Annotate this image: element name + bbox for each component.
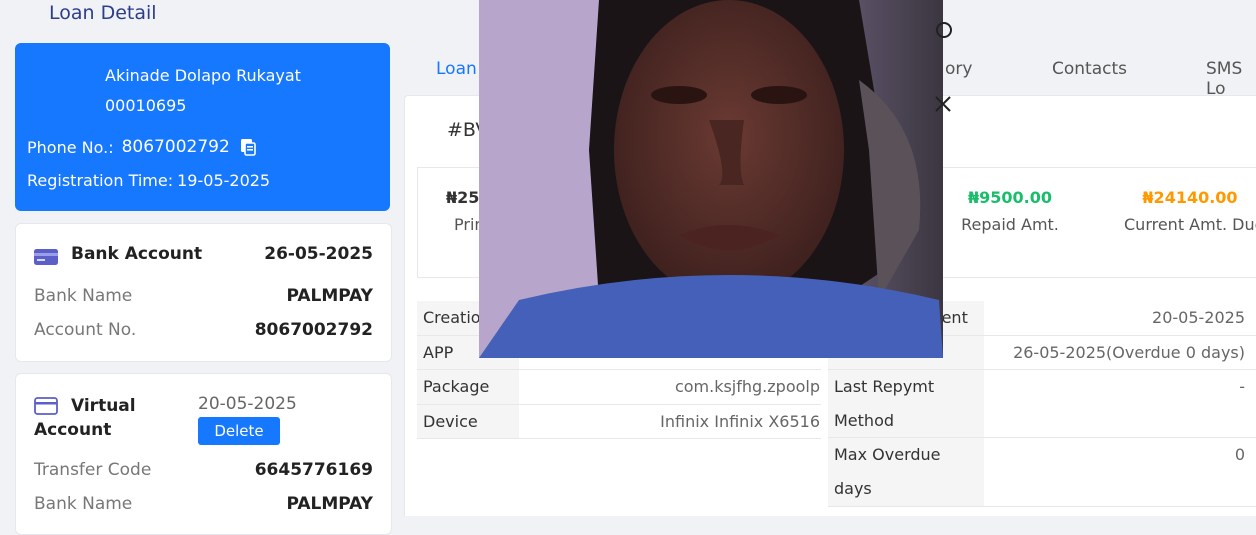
registration-label: Registration Time:	[27, 171, 174, 190]
disbursement-value: 20-05-2025	[1152, 308, 1245, 327]
transfer-code-value: 6645776169	[254, 460, 373, 480]
registration-time: 19-05-2025	[177, 171, 271, 190]
virtual-bank-name-label: Bank Name	[34, 494, 133, 514]
max-overdue-value: 0	[1234, 445, 1245, 464]
tab-sms-log[interactable]: SMS Lo	[1206, 59, 1256, 99]
tab-loan[interactable]: Loan	[436, 59, 477, 79]
delete-button[interactable]: Delete	[198, 417, 280, 445]
virtual-account-card: Virtual Account 20-05-2025 Delete Transf…	[15, 373, 392, 535]
virtual-account-title: Virtual	[71, 394, 136, 418]
transfer-code-label: Transfer Code	[34, 460, 152, 480]
virtual-account-title-2: Account	[34, 418, 111, 442]
device-value: Infinix Infinix X6516	[660, 412, 820, 431]
last-repayment-value: -	[1239, 377, 1245, 396]
tab-contacts[interactable]: Contacts	[1052, 59, 1127, 79]
virtual-title-line1: Virtual	[71, 396, 136, 416]
rotate-icon[interactable]	[934, 20, 954, 45]
repaid-caption: Repaid Amt.	[961, 215, 1059, 234]
bank-name-value: PALMPAY	[286, 286, 373, 306]
method-label: Method	[834, 411, 895, 430]
face-photo-overlay[interactable]	[479, 0, 943, 358]
phone-number: 8067002792	[121, 137, 230, 157]
package-label: Package	[417, 370, 519, 404]
bank-name-label: Bank Name	[34, 286, 133, 306]
bank-card-icon	[34, 248, 58, 266]
account-no-label: Account No.	[34, 320, 137, 340]
virtual-title-line2: Account	[34, 420, 112, 440]
virtual-bank-name-value: PALMPAY	[286, 494, 373, 514]
phone-row: Phone No.: 8067002792	[27, 137, 256, 157]
face-photo	[479, 0, 943, 358]
repaid-value: ₦9500.00	[967, 188, 1052, 207]
page-title: Loan Detail	[49, 2, 157, 24]
bank-account-title: Bank Account	[71, 244, 203, 264]
due-date-value: 26-05-2025(Overdue 0 days)	[1013, 343, 1245, 362]
current-due-value: ₦24140.00	[1142, 188, 1238, 207]
amount-current-due: ₦24140.00 Current Amt. Due	[1100, 188, 1256, 234]
customer-profile-card: Akinade Dolapo Rukayat 00010695 Phone No…	[15, 43, 390, 211]
amount-repaid: ₦9500.00 Repaid Amt.	[920, 188, 1100, 234]
device-label: Device	[417, 405, 519, 438]
last-repayment-method-label: Last Repymt Method	[828, 370, 984, 437]
close-icon[interactable]	[934, 94, 952, 118]
virtual-card-icon	[34, 397, 58, 415]
phone-label: Phone No.:	[27, 137, 114, 157]
customer-name: Akinade Dolapo Rukayat	[105, 66, 301, 85]
registration-row: Registration Time: 19-05-2025	[27, 171, 270, 190]
copy-icon[interactable]	[240, 138, 256, 156]
days-label: days	[834, 479, 872, 498]
tab-history[interactable]: ory	[945, 59, 972, 79]
bank-account-card: Bank Account 26-05-2025 Bank Name PALMPA…	[15, 223, 392, 362]
max-overdue-label: Max Overdue	[834, 445, 941, 464]
current-due-caption: Current Amt. Due	[1124, 215, 1256, 234]
max-overdue-days-label: Max Overdue days	[828, 438, 984, 506]
bank-account-date: 26-05-2025	[264, 244, 373, 264]
last-repayment-label: Last Repymt	[834, 377, 935, 396]
virtual-account-date: 20-05-2025	[198, 394, 297, 414]
package-value: com.ksjfhg.zpoolp	[674, 377, 820, 396]
customer-id: 00010695	[105, 96, 187, 115]
account-no-value: 8067002792	[254, 320, 373, 340]
